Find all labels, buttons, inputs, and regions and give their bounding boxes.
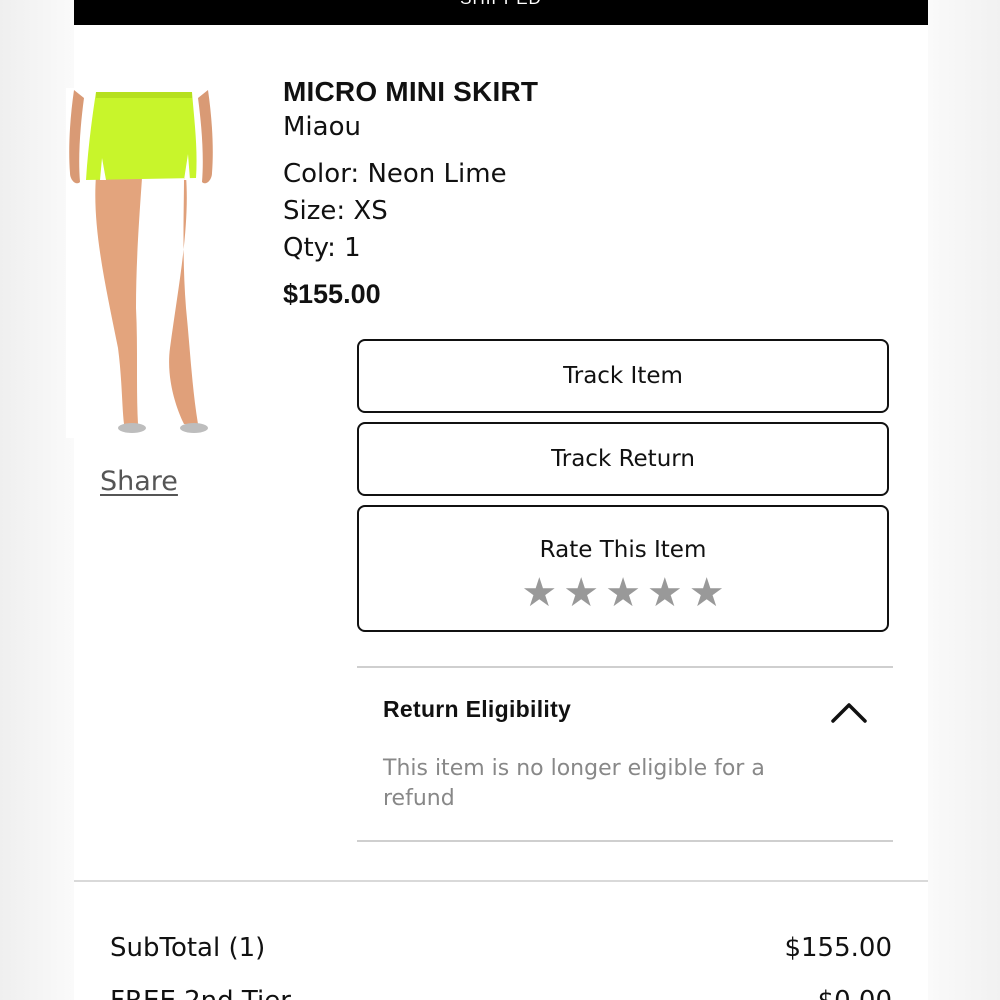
rating-star-4-icon[interactable]: ★ <box>647 571 683 615</box>
rate-item-box: Rate This Item ★ ★ ★ ★ ★ <box>357 505 889 632</box>
right-shoe-shape <box>180 423 208 433</box>
rating-stars: ★ ★ ★ ★ ★ <box>359 571 887 615</box>
product-name: MICRO MINI SKIRT <box>283 76 539 107</box>
return-section-top-divider <box>357 666 893 668</box>
next-summary-label: FREE 2nd Tier <box>110 986 291 1000</box>
rating-star-3-icon[interactable]: ★ <box>605 571 641 615</box>
return-eligibility-title[interactable]: Return Eligibility <box>383 696 571 723</box>
order-status-bar: SHIPPED <box>74 0 928 25</box>
rate-item-label: Rate This Item <box>539 537 707 563</box>
product-qty: Qty: 1 <box>283 233 361 263</box>
product-color: Color: Neon Lime <box>283 159 507 189</box>
track-return-button[interactable]: Track Return <box>357 422 889 496</box>
chevron-up-icon[interactable] <box>830 700 868 724</box>
rating-star-2-icon[interactable]: ★ <box>563 571 599 615</box>
product-image[interactable] <box>66 88 216 438</box>
rating-star-5-icon[interactable]: ★ <box>689 571 725 615</box>
subtotal-label: SubTotal (1) <box>110 933 266 963</box>
product-info: MICRO MINI SKIRT Miaou Color: Neon Lime … <box>283 76 823 311</box>
product-details: Color: Neon Lime Size: XS Qty: 1 <box>283 156 823 267</box>
product-size: Size: XS <box>283 196 388 226</box>
product-price: $155.00 <box>283 279 381 309</box>
product-brand: Miaou <box>283 112 361 142</box>
share-link[interactable]: Share <box>100 466 178 497</box>
skirt-waistband-shape <box>96 92 192 98</box>
track-item-button[interactable]: Track Item <box>357 339 889 413</box>
next-summary-value: $0.00 <box>818 986 892 1000</box>
order-detail-page: SHIPPED Share MICRO MINI SKIRT Miaou Col… <box>0 0 1000 1000</box>
return-section-bottom-divider <box>357 840 893 842</box>
subtotal-value: $155.00 <box>784 933 892 963</box>
left-shoe-shape <box>118 423 146 433</box>
order-status-label: SHIPPED <box>460 0 542 8</box>
summary-divider <box>74 880 928 882</box>
rating-star-1-icon[interactable]: ★ <box>521 571 557 615</box>
return-eligibility-message: This item is no longer eligible for a re… <box>383 756 765 811</box>
